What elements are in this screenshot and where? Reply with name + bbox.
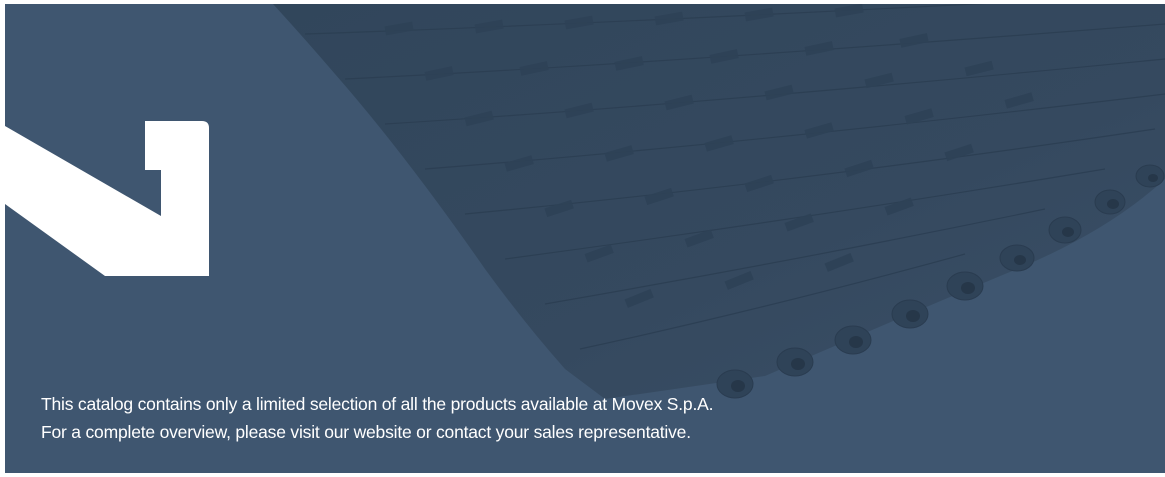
- catalog-notice-text: This catalog contains only a limited sel…: [41, 390, 713, 446]
- notice-line-2: For a complete overview, please visit ou…: [41, 422, 691, 442]
- notice-line-1: This catalog contains only a limited sel…: [41, 394, 714, 414]
- movex-logo-mark-icon: [5, 121, 209, 276]
- catalog-notice-banner: This catalog contains only a limited sel…: [5, 4, 1165, 473]
